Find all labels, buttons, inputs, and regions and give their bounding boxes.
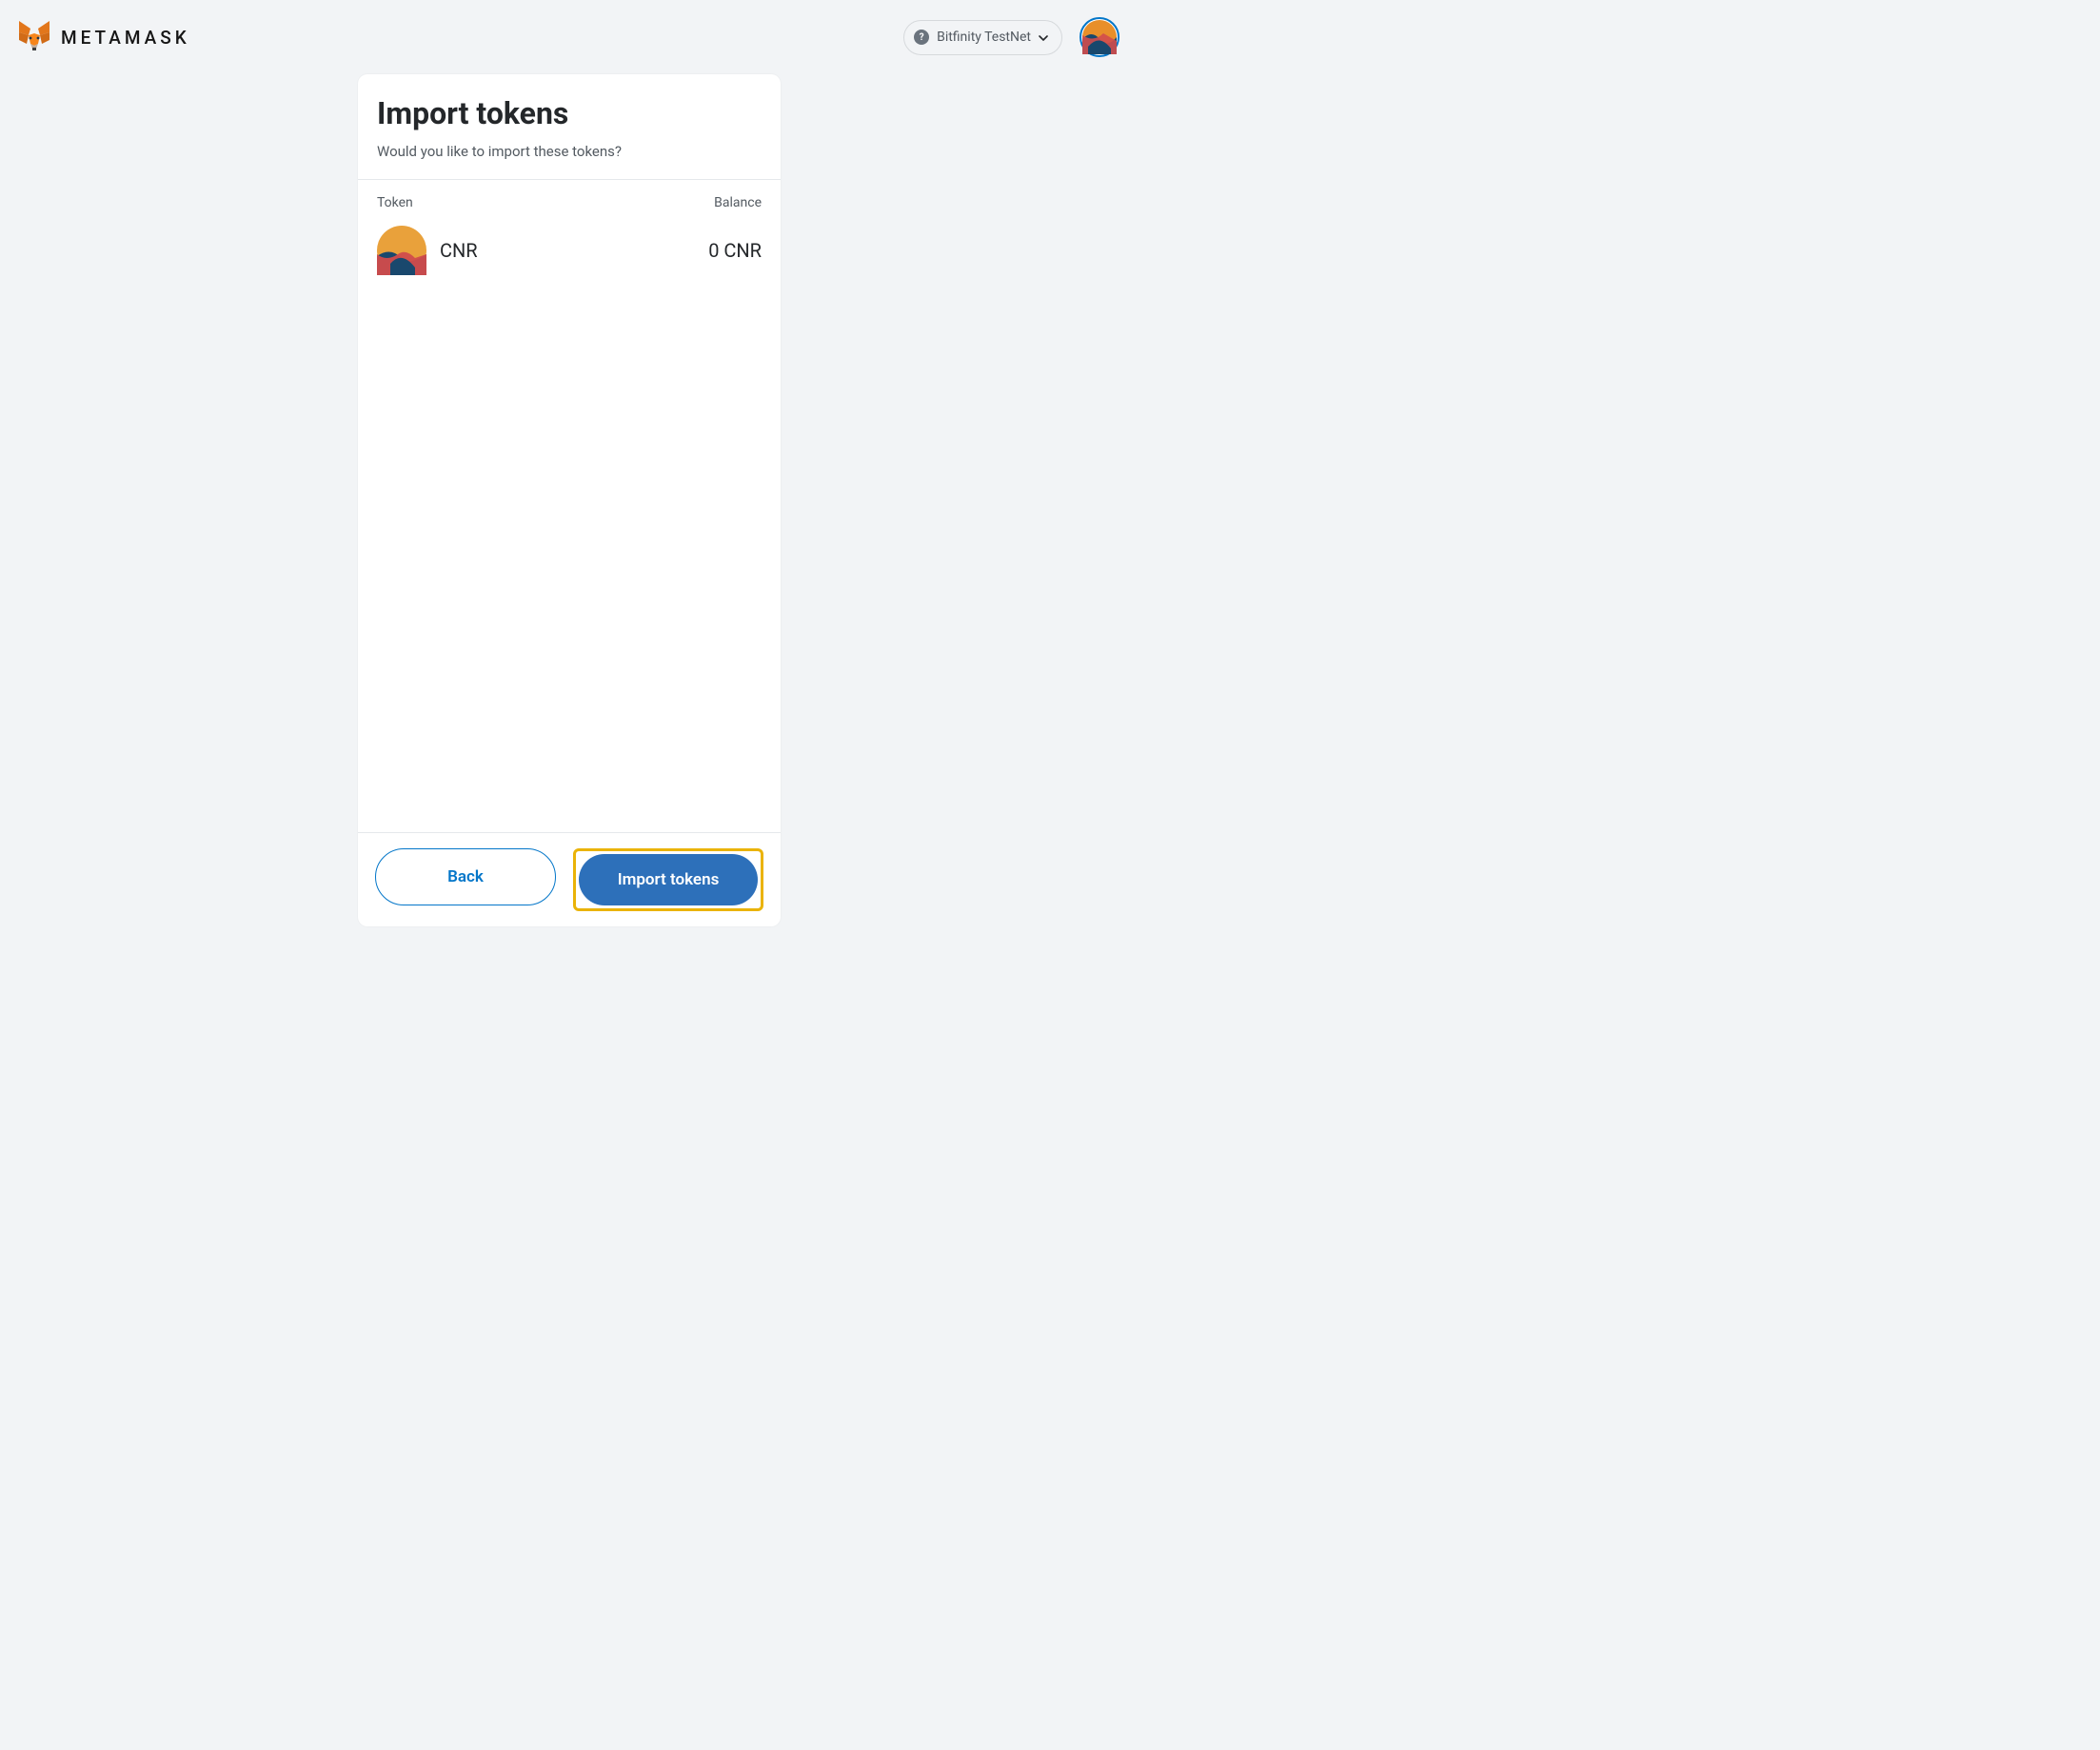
token-table-header: Token Balance <box>358 180 781 216</box>
card-spacer <box>358 285 781 832</box>
card-header: Import tokens Would you like to import t… <box>358 74 781 180</box>
token-balance: 0 CNR <box>708 239 762 262</box>
question-icon: ? <box>914 30 929 45</box>
network-selector[interactable]: ? Bitfinity TestNet <box>903 20 1062 55</box>
token-row: CNR 0 CNR <box>358 216 781 285</box>
metamask-fox-icon <box>17 19 51 55</box>
account-avatar[interactable] <box>1080 17 1119 57</box>
network-name: Bitfinity TestNet <box>937 30 1031 45</box>
brand-logo-group: METAMASK <box>17 19 190 55</box>
card-subtitle: Would you like to import these tokens? <box>377 143 762 160</box>
import-tokens-button[interactable]: Import tokens <box>579 854 758 905</box>
back-button[interactable]: Back <box>375 848 556 905</box>
token-cell: CNR <box>377 226 478 275</box>
header-right: ? Bitfinity TestNet <box>903 17 1119 57</box>
card-footer: Back Import tokens <box>358 832 781 926</box>
col-balance-label: Balance <box>714 195 762 210</box>
card-title: Import tokens <box>377 95 762 131</box>
import-tokens-card: Import tokens Would you like to import t… <box>358 74 781 926</box>
back-button-label: Back <box>447 867 484 886</box>
import-button-label: Import tokens <box>618 870 720 889</box>
brand-name: METAMASK <box>61 27 190 49</box>
col-token-label: Token <box>377 195 413 210</box>
token-symbol: CNR <box>440 239 478 262</box>
import-button-highlight: Import tokens <box>573 848 763 911</box>
app-header: METAMASK ? Bitfinity TestNet <box>0 0 1139 57</box>
chevron-down-icon <box>1039 29 1048 47</box>
token-icon <box>377 226 426 275</box>
